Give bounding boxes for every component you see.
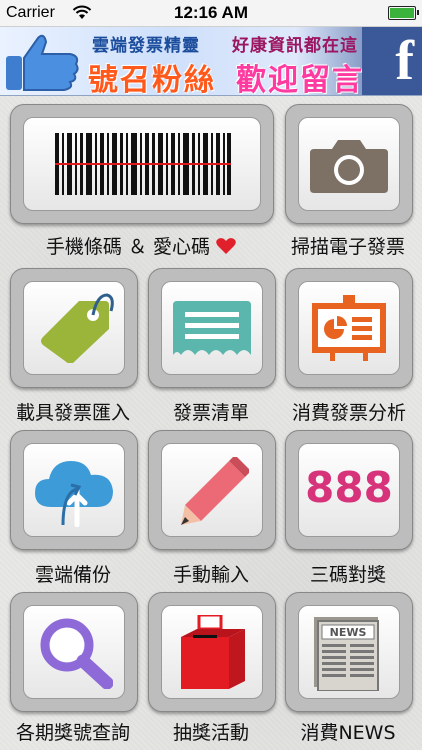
thumbs-up-icon bbox=[6, 34, 79, 91]
888-icon: 888 bbox=[305, 463, 393, 512]
news-text: NEWS bbox=[330, 626, 367, 639]
barcode-button[interactable] bbox=[10, 104, 274, 224]
consumer-news-label: 消費NEWS bbox=[300, 722, 396, 744]
magnifier-icon bbox=[40, 618, 113, 689]
invoice-list-button[interactable] bbox=[148, 268, 276, 388]
tag-icon bbox=[41, 293, 114, 363]
facebook-icon: f bbox=[395, 30, 414, 92]
receipt-icon bbox=[173, 301, 251, 355]
lottery-event-label: 抽獎活動 bbox=[172, 722, 249, 744]
cloud-backup-button[interactable] bbox=[10, 430, 138, 550]
prize-lookup-label: 各期獎號查詢 bbox=[15, 722, 130, 744]
three-digit-check-label: 三碼對獎 bbox=[309, 564, 386, 586]
banner-line2-left: 號召粉絲 bbox=[88, 63, 216, 96]
ad-banner[interactable]: 雲端發票精靈 好康資訊都在這 號召粉絲 歡迎留言 f bbox=[0, 27, 422, 96]
lottery-box-icon bbox=[181, 615, 245, 689]
invoice-list-label: 發票清單 bbox=[172, 402, 249, 424]
banner-line2-right: 歡迎留言 bbox=[236, 63, 364, 96]
presentation-icon bbox=[312, 295, 386, 361]
pencil-icon bbox=[181, 457, 249, 525]
barcode-icon bbox=[55, 133, 231, 195]
clock: 12:16 AM bbox=[173, 3, 248, 22]
consumer-news-button[interactable]: NEWS bbox=[285, 592, 413, 712]
carrier-import-label: 載具發票匯入 bbox=[15, 402, 130, 424]
lottery-event-button[interactable] bbox=[148, 592, 276, 712]
cloud-backup-label: 雲端備份 bbox=[34, 564, 111, 586]
battery-icon bbox=[388, 6, 419, 20]
barcode-button-label: 手機條碼 ＆ 愛心碼 bbox=[10, 232, 272, 259]
invoice-analysis-button[interactable] bbox=[285, 268, 413, 388]
banner-line1-right: 好康資訊都在這 bbox=[232, 36, 358, 56]
status-bar: Carrier 12:16 AM bbox=[0, 0, 422, 27]
manual-input-button[interactable] bbox=[148, 430, 276, 550]
three-digit-check-button[interactable]: 888 bbox=[285, 430, 413, 550]
banner-line1-left: 雲端發票精靈 bbox=[92, 36, 200, 56]
newspaper-icon: NEWS bbox=[314, 617, 379, 691]
camera-icon bbox=[310, 140, 388, 193]
scan-invoice-label: 掃描電子發票 bbox=[290, 236, 405, 258]
manual-input-label: 手動輸入 bbox=[172, 564, 249, 586]
facebook-logo: f bbox=[362, 27, 422, 95]
scan-invoice-button[interactable] bbox=[285, 104, 413, 224]
carrier-import-button[interactable] bbox=[10, 268, 138, 388]
invoice-analysis-label: 消費發票分析 bbox=[291, 402, 406, 424]
heart-icon bbox=[216, 238, 236, 254]
cloud-upload-icon bbox=[35, 461, 113, 527]
prize-lookup-button[interactable] bbox=[10, 592, 138, 712]
